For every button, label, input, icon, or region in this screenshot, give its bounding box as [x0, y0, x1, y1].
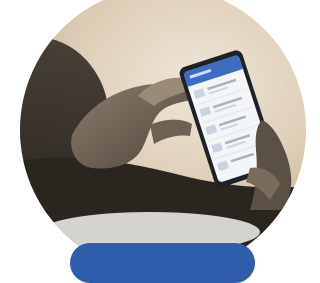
cta-button[interactable]: [70, 243, 255, 283]
photo-hero: [20, 0, 306, 258]
photo-circle: [20, 0, 306, 258]
